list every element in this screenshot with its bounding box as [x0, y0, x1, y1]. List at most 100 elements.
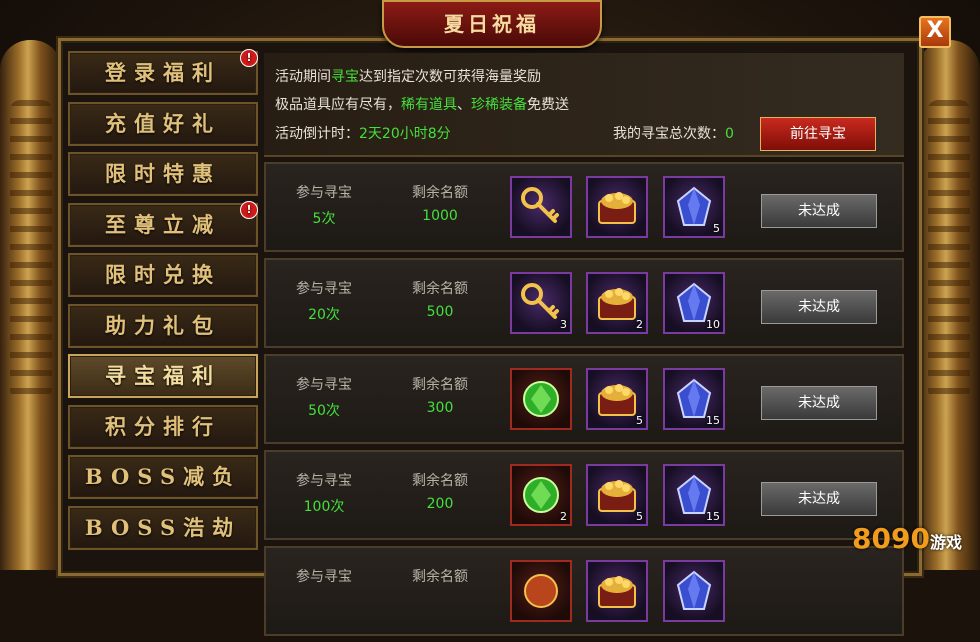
- item-quantity: 2: [636, 318, 643, 331]
- menu-item-label: 限时兑换: [105, 262, 221, 287]
- item-quantity: 3: [560, 318, 567, 331]
- required-count: 5次: [312, 211, 336, 227]
- item-quantity: 10: [706, 318, 720, 331]
- menu-item-label: 寻宝福利: [105, 363, 221, 388]
- menu-item-label: 限时特惠: [105, 161, 221, 186]
- remaining-column: 剩余名额 200: [390, 470, 490, 512]
- remaining-column: 剩余名额 1000: [390, 182, 490, 224]
- sidebar-menu: 登录福利! 充值好礼限时特惠至尊立减! 限时兑换助力礼包寻宝福利积分排行 BOSS减负…: [68, 49, 258, 556]
- remaining-count: 500: [426, 304, 454, 320]
- watermark-logo: 8090游戏: [852, 522, 962, 555]
- treasure-chest-icon: [595, 473, 639, 517]
- treasure-chest-icon: [595, 281, 639, 325]
- remaining-label: 剩余名额: [412, 377, 468, 393]
- close-button[interactable]: X: [919, 16, 951, 48]
- required-count: 20次: [308, 307, 340, 323]
- reward-item-slot[interactable]: [663, 560, 725, 622]
- participate-label: 参与寻宝: [296, 185, 352, 201]
- remaining-column: 剩余名额 500: [390, 278, 490, 320]
- reward-item-slot[interactable]: 10: [663, 272, 725, 334]
- reward-row: 参与寻宝 50次 剩余名额 300 5 15 未达成: [264, 354, 904, 444]
- reward-item-slot[interactable]: 2: [586, 272, 648, 334]
- reward-item-slot[interactable]: [510, 368, 572, 430]
- remaining-label: 剩余名额: [412, 473, 468, 489]
- key-icon: [519, 281, 563, 325]
- reward-item-slot[interactable]: [586, 560, 648, 622]
- red-item-icon: [519, 569, 563, 613]
- window-title: 夏日祝福: [382, 0, 602, 48]
- remaining-count: 200: [426, 496, 454, 512]
- menu-item-6[interactable]: 寻宝福利: [68, 354, 258, 398]
- menu-item-4[interactable]: 限时兑换: [68, 253, 258, 297]
- menu-item-8[interactable]: BOSS减负: [68, 455, 258, 499]
- menu-item-2[interactable]: 限时特惠: [68, 152, 258, 196]
- reward-row: 参与寻宝 20次 剩余名额 500 3 2 10 未达成: [264, 258, 904, 348]
- reward-item-slot[interactable]: [586, 176, 648, 238]
- reward-row: 参与寻宝 剩余名额: [264, 546, 904, 636]
- right-statue-decoration: [918, 40, 980, 570]
- green-gem-icon: [519, 473, 563, 517]
- remaining-count: 1000: [422, 208, 458, 224]
- reward-item-slot[interactable]: 3: [510, 272, 572, 334]
- notification-badge: !: [240, 200, 258, 219]
- event-info-header: 活动期间寻宝达到指定次数可获得海量奖励 极品道具应有尽有，稀有道具、珍稀装备免费…: [264, 53, 904, 157]
- menu-item-label: 登录福利: [105, 60, 221, 85]
- menu-item-0[interactable]: 登录福利!: [68, 49, 258, 95]
- claim-status-button[interactable]: 未达成: [761, 386, 877, 420]
- goto-treasure-hunt-button[interactable]: 前往寻宝: [760, 117, 876, 151]
- menu-item-label: BOSS减负: [84, 464, 242, 489]
- reward-item-slot[interactable]: 5: [586, 464, 648, 526]
- reward-item-slot[interactable]: 2: [510, 464, 572, 526]
- reward-row: 参与寻宝 100次 剩余名额 200 2 5 15 未达成: [264, 450, 904, 540]
- remaining-label: 剩余名额: [412, 569, 468, 585]
- key-icon: [519, 185, 563, 229]
- reward-item-slot[interactable]: 5: [586, 368, 648, 430]
- item-quantity: 15: [706, 510, 720, 523]
- left-statue-decoration: [0, 40, 62, 570]
- blue-crystal-icon: [672, 185, 716, 229]
- reward-list: 参与寻宝 5次 剩余名额 1000 5 未达成 参与寻宝 20次 剩余名额 500 3 2 10 未达成参…: [264, 162, 904, 642]
- reward-item-slot[interactable]: 5: [663, 176, 725, 238]
- reward-item-slot[interactable]: [510, 560, 572, 622]
- treasure-chest-icon: [595, 569, 639, 613]
- treasure-chest-icon: [595, 377, 639, 421]
- blue-crystal-icon: [672, 569, 716, 613]
- treasure-chest-icon: [595, 185, 639, 229]
- reward-item-slot[interactable]: 15: [663, 368, 725, 430]
- item-quantity: 5: [713, 222, 720, 235]
- claim-status-button[interactable]: 未达成: [761, 194, 877, 228]
- menu-item-label: 充值好礼: [105, 110, 221, 136]
- item-quantity: 2: [560, 510, 567, 523]
- remaining-label: 剩余名额: [412, 281, 468, 297]
- participate-column: 参与寻宝 100次: [274, 470, 374, 516]
- countdown: 活动倒计时：2天20小时8分: [275, 126, 451, 142]
- menu-item-1[interactable]: 充值好礼: [68, 101, 258, 146]
- remaining-count: 300: [426, 400, 454, 416]
- participate-label: 参与寻宝: [296, 281, 352, 297]
- menu-item-3[interactable]: 至尊立减!: [68, 200, 258, 247]
- claim-status-button[interactable]: 未达成: [761, 482, 877, 516]
- menu-item-5[interactable]: 助力礼包: [68, 303, 258, 348]
- event-description-line2: 极品道具应有尽有，稀有道具、珍稀装备免费送: [275, 97, 569, 113]
- reward-item-slot[interactable]: [510, 176, 572, 238]
- participate-column: 参与寻宝 20次: [274, 278, 374, 324]
- notification-badge: !: [240, 49, 258, 67]
- menu-item-label: BOSS浩劫: [84, 514, 242, 540]
- menu-item-label: 助力礼包: [105, 312, 221, 338]
- item-quantity: 15: [706, 414, 720, 427]
- item-quantity: 5: [636, 414, 643, 427]
- remaining-column: 剩余名额 300: [390, 374, 490, 416]
- menu-item-9[interactable]: BOSS浩劫: [68, 505, 258, 550]
- participate-column: 参与寻宝 5次: [274, 182, 374, 228]
- participate-column: 参与寻宝 50次: [274, 374, 374, 420]
- required-count: 50次: [308, 403, 340, 419]
- event-description-line1: 活动期间寻宝达到指定次数可获得海量奖励: [275, 69, 541, 85]
- claim-status-button[interactable]: 未达成: [761, 290, 877, 324]
- menu-item-7[interactable]: 积分排行: [68, 404, 258, 449]
- reward-item-slot[interactable]: 15: [663, 464, 725, 526]
- remaining-label: 剩余名额: [412, 185, 468, 201]
- required-count: 100次: [303, 499, 345, 515]
- green-gem-icon: [519, 377, 563, 421]
- participate-label: 参与寻宝: [296, 569, 352, 585]
- menu-item-label: 积分排行: [105, 413, 221, 439]
